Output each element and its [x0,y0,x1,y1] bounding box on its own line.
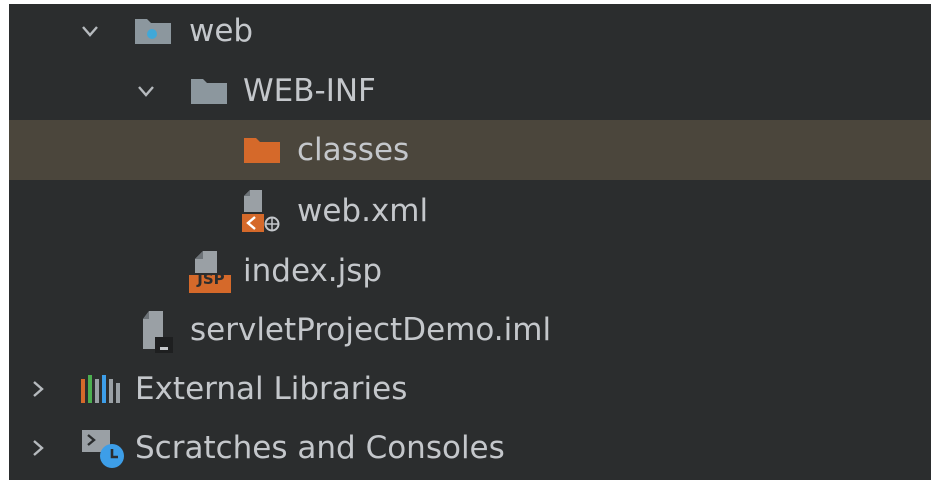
chevron-right-icon[interactable] [23,418,53,478]
web-folder-icon [131,4,175,61]
tree-item-label: classes [297,132,410,168]
scratches-icon [77,418,129,478]
tree-item-label: Scratches and Consoles [135,430,505,466]
tree-item-label: WEB-INF [243,73,376,109]
jsp-badge-text: JSP [197,270,225,288]
tree-item-iml[interactable]: servletProjectDemo.iml [9,300,931,360]
jsp-file-icon: JSP [187,241,233,301]
iml-file-icon [135,300,179,360]
project-tree-panel: web WEB-INF classes web.xml JSP index.js… [9,4,931,480]
tree-item-web[interactable]: web [9,4,931,61]
folder-icon [187,61,231,121]
tree-item-label: web [189,13,254,49]
tree-item-classes[interactable]: classes [9,120,931,180]
tree-item-label: servletProjectDemo.iml [190,312,552,348]
xml-config-icon [240,181,284,241]
chevron-down-icon[interactable] [75,4,105,61]
tree-item-label: External Libraries [135,371,408,407]
tree-item-web-xml[interactable]: web.xml [9,181,931,241]
tree-item-web-inf[interactable]: WEB-INF [9,61,931,121]
tree-item-label: web.xml [297,193,429,229]
chevron-right-icon[interactable] [23,359,53,419]
tree-item-index-jsp[interactable]: JSP index.jsp [9,241,931,301]
folder-excluded-icon [240,120,284,180]
tree-item-label: index.jsp [243,253,383,289]
chevron-down-icon[interactable] [131,61,161,121]
libraries-icon [77,359,125,419]
tree-item-scratches[interactable]: Scratches and Consoles [9,418,931,478]
tree-item-external-libraries[interactable]: External Libraries [9,359,931,419]
